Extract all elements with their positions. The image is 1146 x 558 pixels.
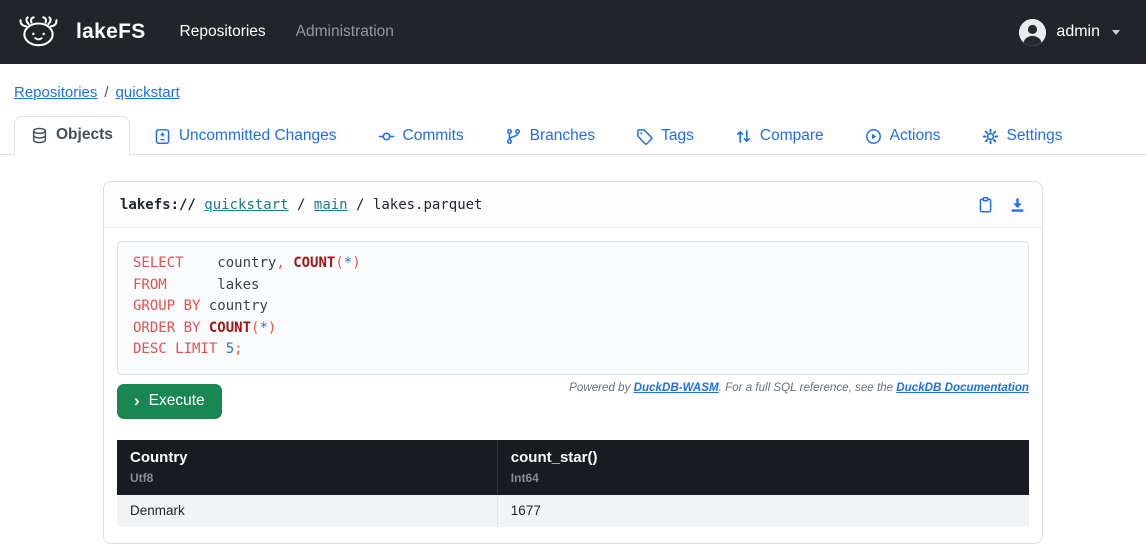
chevron-right-icon: › — [134, 394, 140, 407]
duckdb-panel: SELECT country, COUNT(*)FROM lakesGROUP … — [104, 228, 1042, 543]
object-actions — [977, 196, 1026, 214]
cell-country: Denmark — [117, 495, 497, 527]
tab-label: Compare — [760, 127, 824, 145]
cell-count: 1677 — [497, 495, 1029, 527]
navbar-links: Repositories Administration — [180, 23, 394, 41]
tab-objects[interactable]: Objects — [14, 116, 130, 155]
git-branch-icon — [505, 128, 522, 145]
tab-label: Objects — [56, 126, 113, 144]
avatar — [1019, 19, 1046, 46]
nav-link-repositories[interactable]: Repositories — [180, 23, 266, 41]
tab-settings[interactable]: Settings — [965, 117, 1080, 155]
path-repo-link[interactable]: quickstart — [204, 197, 288, 213]
tab-tags[interactable]: Tags — [619, 117, 711, 155]
execute-label: Execute — [149, 392, 205, 410]
play-circle-icon — [865, 128, 882, 145]
tab-commits[interactable]: Commits — [361, 117, 481, 155]
sql-line: FROM lakes — [133, 275, 1013, 297]
object-path: lakefs:// quickstart / main / lakes.parq… — [120, 197, 482, 213]
execute-button[interactable]: › Execute — [117, 384, 222, 419]
sql-line: DESC LIMIT 5; — [133, 339, 1013, 361]
query-results-table: Country Utf8 count_star() Int64 Denmark … — [117, 440, 1029, 527]
tab-label: Branches — [530, 127, 595, 145]
file-diff-icon — [154, 128, 171, 145]
path-branch-link[interactable]: main — [314, 197, 348, 213]
lakefs-brand[interactable]: lakeFS — [14, 13, 146, 51]
path-separator: / — [289, 197, 314, 213]
sql-line: ORDER BY COUNT(*) — [133, 318, 1013, 340]
column-type: Utf8 — [130, 471, 484, 485]
tab-compare[interactable]: Compare — [718, 117, 841, 155]
object-path-header: lakefs:// quickstart / main / lakes.parq… — [104, 182, 1042, 228]
download-icon[interactable] — [1009, 196, 1026, 214]
results-header-row: Country Utf8 count_star() Int64 — [117, 440, 1029, 495]
table-row: Denmark 1677 — [117, 495, 1029, 527]
execute-row: › Execute Powered by DuckDB-WASM. For a … — [117, 375, 1029, 419]
axolotl-logo-icon — [14, 13, 63, 51]
tab-label: Settings — [1007, 127, 1063, 145]
tab-label: Uncommitted Changes — [179, 127, 337, 145]
sql-line: SELECT country, COUNT(*) — [133, 253, 1013, 275]
tab-branches[interactable]: Branches — [488, 117, 612, 155]
column-header-country: Country Utf8 — [117, 440, 497, 495]
breadcrumb-repositories-link[interactable]: Repositories — [14, 84, 97, 101]
gear-icon — [982, 128, 999, 145]
database-icon — [31, 127, 48, 144]
path-scheme: lakefs:// — [120, 197, 196, 213]
user-name: admin — [1056, 23, 1100, 41]
user-menu[interactable]: admin — [1019, 19, 1120, 46]
column-type: Int64 — [511, 471, 1016, 485]
tab-label: Actions — [890, 127, 941, 145]
compare-arrows-icon — [735, 128, 752, 145]
copy-icon[interactable] — [977, 196, 994, 214]
duckdb-docs-link[interactable]: DuckDB Documentation — [896, 381, 1029, 394]
powered-by-note: Powered by DuckDB-WASM. For a full SQL r… — [569, 381, 1029, 394]
tag-icon — [636, 128, 653, 145]
tab-label: Commits — [403, 127, 464, 145]
object-viewer-card: lakefs:// quickstart / main / lakes.parq… — [103, 181, 1043, 544]
breadcrumb-separator: / — [104, 84, 108, 101]
sql-editor[interactable]: SELECT country, COUNT(*)FROM lakesGROUP … — [117, 241, 1029, 375]
repository-tabs: Objects Uncommitted Changes Commits — [0, 116, 1146, 155]
top-navbar: lakeFS Repositories Administration admin — [0, 0, 1146, 64]
breadcrumb-repo-link[interactable]: quickstart — [116, 84, 180, 101]
sql-line: GROUP BY country — [133, 296, 1013, 318]
tab-label: Tags — [661, 127, 694, 145]
tab-actions[interactable]: Actions — [848, 117, 958, 155]
breadcrumb: Repositories / quickstart — [0, 64, 1146, 116]
nav-link-administration[interactable]: Administration — [296, 23, 394, 41]
duckdb-wasm-link[interactable]: DuckDB-WASM — [634, 381, 719, 394]
brand-name: lakeFS — [76, 20, 146, 44]
column-header-count-star: count_star() Int64 — [497, 440, 1029, 495]
path-filename: lakes.parquet — [373, 197, 483, 213]
tab-uncommitted-changes[interactable]: Uncommitted Changes — [137, 117, 354, 155]
chevron-down-icon — [1112, 30, 1120, 35]
commit-icon — [378, 128, 395, 145]
path-separator: / — [348, 197, 373, 213]
